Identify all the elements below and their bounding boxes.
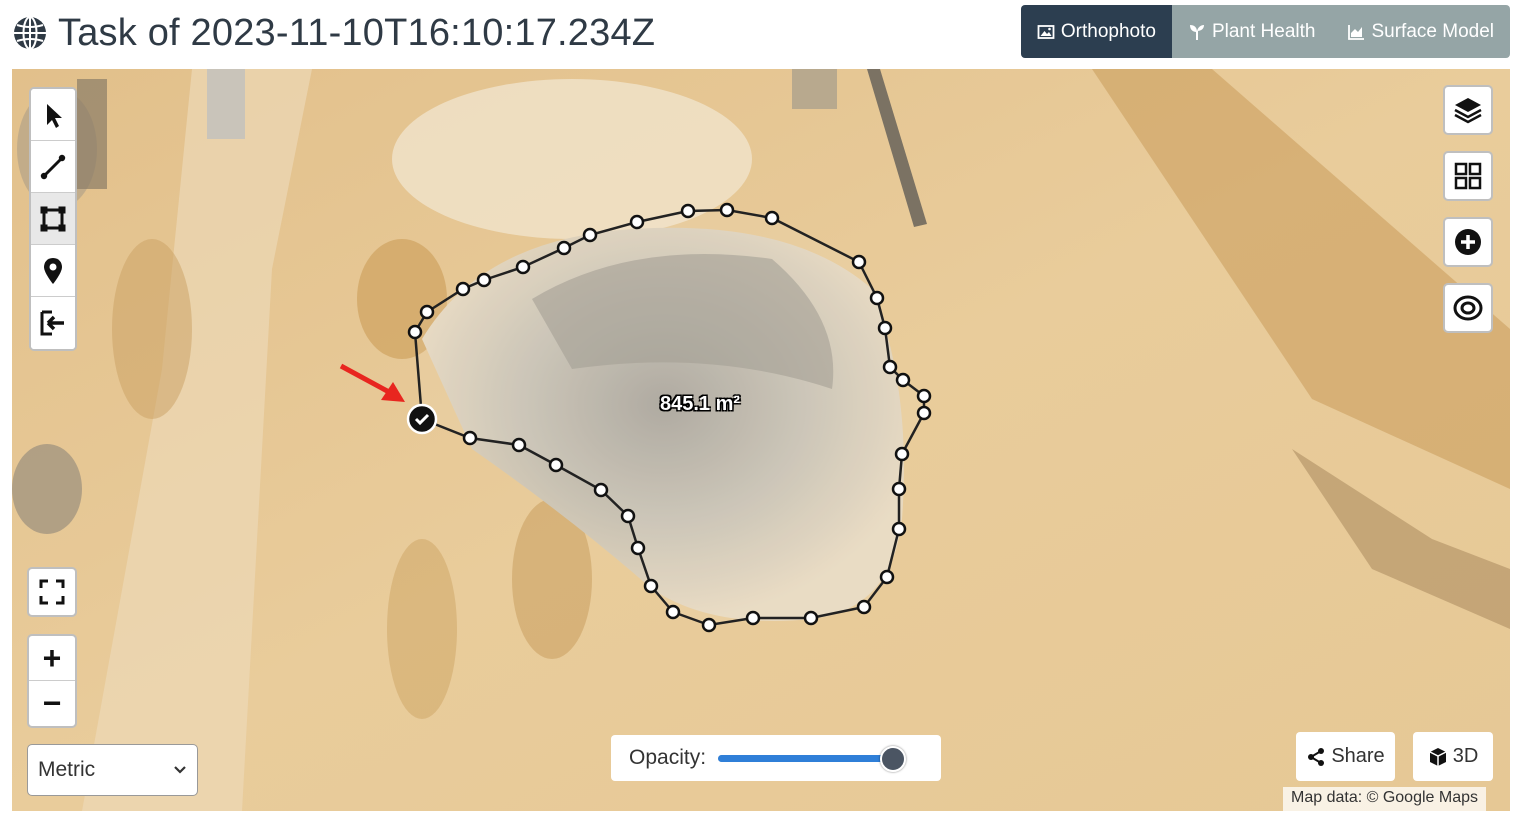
measurement-polygon-outline — [413, 208, 926, 627]
zoom-in-button[interactable]: + — [29, 636, 75, 681]
measure-line-icon — [40, 154, 66, 179]
polygon-vertex-handle[interactable] — [894, 446, 910, 462]
polygon-vertex-handle[interactable] — [803, 610, 819, 626]
polygon-vertex-handle[interactable] — [745, 610, 761, 626]
layers-icon — [1454, 98, 1482, 124]
units-selected-value: Metric — [38, 758, 96, 781]
measure-area-icon — [40, 206, 66, 231]
opacity-slider[interactable] — [718, 746, 907, 772]
polygon-vertex-handle[interactable] — [511, 437, 527, 453]
tab-orthophoto-label: Orthophoto — [1060, 20, 1156, 42]
polygon-vertex-handle[interactable] — [856, 599, 872, 615]
marker-icon — [44, 257, 62, 284]
polygon-vertex-handle[interactable] — [407, 324, 423, 340]
zoom-control: + − — [27, 634, 77, 728]
polygon-vertex-handle[interactable] — [882, 359, 898, 375]
polygon-vertex-handle[interactable] — [916, 388, 932, 404]
measure-area-button[interactable] — [31, 193, 75, 245]
tab-plant-health-label: Plant Health — [1211, 20, 1316, 42]
slider-thumb[interactable] — [880, 746, 907, 772]
polygon-vertex-handle[interactable] — [582, 227, 598, 243]
polygon-vertex-handle[interactable] — [462, 430, 478, 446]
area-measurement-label: 845.1 m² — [660, 393, 741, 415]
polygon-vertex-handle[interactable] — [851, 254, 867, 270]
polygon-vertex-handle[interactable] — [891, 521, 907, 537]
polygon-vertex-handle[interactable] — [630, 540, 646, 556]
polygon-vertex-handle[interactable] — [515, 259, 531, 275]
annotation-arrow-icon — [339, 363, 405, 402]
chevron-down-icon — [174, 766, 186, 774]
page-title: Task of 2023-11-10T16:10:17.234Z — [58, 11, 656, 54]
threed-button[interactable]: 3D — [1413, 732, 1493, 781]
polygon-vertex-handle[interactable] — [629, 214, 645, 230]
polygon-vertex-handle[interactable] — [419, 304, 435, 320]
polygon-vertex-handle[interactable] — [764, 210, 780, 226]
draw-toolbar — [29, 87, 77, 351]
title-bar: Task of 2023-11-10T16:10:17.234Z — [12, 8, 655, 58]
polygon-vertex-handle[interactable] — [593, 482, 609, 498]
polygon-vertex-handle[interactable] — [701, 617, 717, 633]
map-view[interactable]: 845.1 m² + − Metric Opacity: Share 3D Ma… — [12, 69, 1510, 811]
grid-button[interactable] — [1443, 151, 1493, 201]
polygon-vertex-handle[interactable] — [548, 457, 564, 473]
polygon-vertex-handle[interactable] — [719, 202, 735, 218]
polygon-vertex-handle[interactable] — [620, 508, 636, 524]
threed-label: 3D — [1452, 745, 1479, 767]
tab-orthophoto[interactable]: Orthophoto — [1020, 5, 1172, 58]
zoom-out-button[interactable]: − — [29, 681, 75, 726]
polygon-vertex-handle[interactable] — [879, 569, 895, 585]
exit-icon — [40, 310, 64, 336]
grid-icon — [1454, 162, 1482, 190]
cube-icon — [1429, 747, 1447, 766]
target-button[interactable] — [1443, 283, 1493, 333]
polygon-vertex-handle[interactable] — [891, 481, 907, 497]
measurement-polygon[interactable] — [12, 69, 1510, 811]
pointer-tool-button[interactable] — [31, 89, 75, 141]
opacity-label: Opacity: — [629, 746, 707, 769]
pointer-icon — [47, 103, 62, 128]
measure-line-button[interactable] — [31, 141, 75, 193]
plus-circle-icon — [1455, 229, 1481, 255]
area-chart-icon — [1348, 24, 1365, 40]
tab-surface-model-label: Surface Model — [1371, 20, 1494, 42]
polygon-vertex-handle[interactable] — [877, 320, 893, 336]
share-button[interactable]: Share — [1296, 732, 1395, 781]
add-button[interactable] — [1443, 217, 1493, 267]
share-icon — [1308, 747, 1325, 766]
units-select[interactable]: Metric — [27, 744, 198, 796]
share-label: Share — [1331, 745, 1385, 767]
polygon-vertex-handle[interactable] — [665, 604, 681, 620]
exit-measure-button[interactable] — [31, 297, 75, 349]
marker-tool-button[interactable] — [31, 245, 75, 297]
tab-plant-health[interactable]: Plant Health — [1171, 5, 1332, 58]
map-attribution: Map data: © Google Maps — [1283, 787, 1486, 811]
plant-icon — [1189, 24, 1204, 40]
slider-fill — [718, 755, 894, 762]
polygon-vertex-handle[interactable] — [680, 203, 696, 219]
polygon-vertex-handle[interactable] — [916, 405, 932, 421]
target-icon — [1453, 295, 1483, 321]
polygon-vertex-handle[interactable] — [455, 281, 471, 297]
fullscreen-icon — [39, 579, 65, 605]
polygon-vertex-handle[interactable] — [476, 272, 492, 288]
polygon-vertex-handle[interactable] — [869, 290, 885, 306]
globe-icon — [14, 16, 46, 50]
opacity-control: Opacity: — [611, 735, 941, 781]
tab-surface-model[interactable]: Surface Model — [1331, 5, 1510, 58]
image-icon — [1037, 24, 1055, 39]
layers-button[interactable] — [1443, 85, 1493, 135]
polygon-vertex-handle[interactable] — [556, 240, 572, 256]
polygon-vertex-handle[interactable] — [643, 578, 659, 594]
polygon-vertex-handle[interactable] — [895, 372, 911, 388]
layer-tabs: Orthophoto Plant Health Surface Model — [1020, 5, 1510, 58]
fullscreen-button[interactable] — [27, 567, 77, 617]
